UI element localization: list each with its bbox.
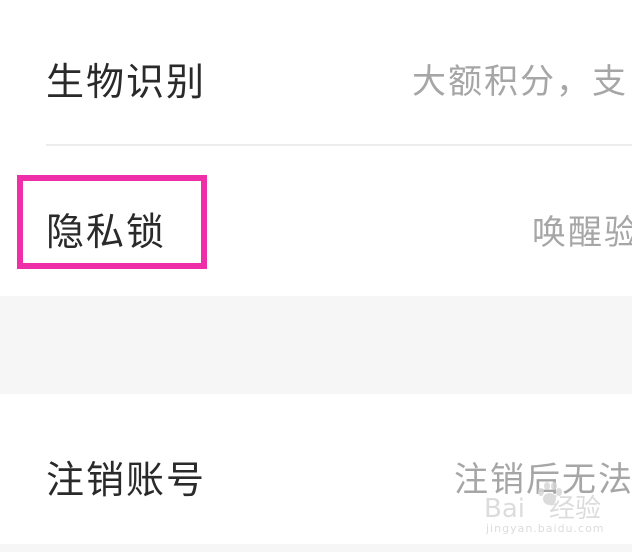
- watermark-url: jingyan.baidu.com: [486, 522, 605, 535]
- highlight-box: [17, 175, 207, 269]
- row-label-delete-account: 注销账号: [46, 458, 207, 502]
- row-desc-biometric: 大额积分，支: [412, 62, 628, 102]
- bottom-gap: [0, 544, 632, 552]
- settings-screen: 生物识别 大额积分，支 隐私锁 唤醒验 注销账号 注销后无法 Bai 经验 jin…: [0, 0, 632, 552]
- paw-icon: [536, 482, 562, 506]
- settings-row-biometric[interactable]: 生物识别 大额积分，支: [0, 0, 632, 145]
- watermark-brand-prefix: Bai: [484, 494, 525, 524]
- baidu-jingyan-watermark: Bai 经验 jingyan.baidu.com: [484, 482, 624, 544]
- row-desc-privacy-lock: 唤醒验: [532, 213, 632, 253]
- row-label-biometric: 生物识别: [46, 60, 207, 104]
- section-gap: [0, 296, 632, 394]
